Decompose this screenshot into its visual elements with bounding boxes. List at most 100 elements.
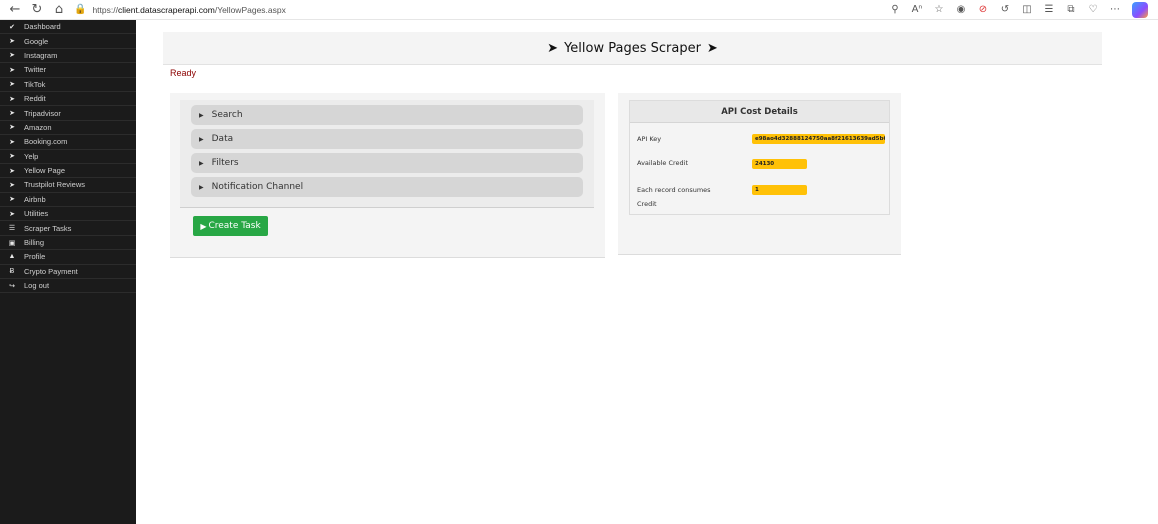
paper-plane-icon: ➤	[9, 38, 15, 46]
accordion-notification-channel[interactable]: ▶ Notification Channel	[191, 177, 583, 197]
browser-essentials-icon[interactable]: ♡	[1082, 0, 1104, 20]
toolbar-actions: ⚲ Aⁿ ☆ ◉ ⊘ ↺ ◫ ☰ ⧉ ♡ ⋯	[884, 0, 1152, 20]
read-aloud-icon[interactable]: Aⁿ	[906, 0, 928, 20]
consume-credit-badge: 1	[752, 185, 807, 195]
collections-icon[interactable]: ⧉	[1060, 0, 1082, 20]
address-bar[interactable]: 🔒 https://client.datascraperapi.com/Yell…	[74, 1, 884, 19]
sidebar-item-yelp[interactable]: ➤ Yelp	[0, 150, 136, 164]
sidebar-item-airbnb[interactable]: ➤ Airbnb	[0, 193, 136, 208]
paper-plane-icon: ➤	[9, 167, 15, 175]
sidebar-item-label: Scraper Tasks	[24, 223, 72, 233]
sidebar-item-dashboard[interactable]: ✔ Dashboard	[0, 20, 136, 35]
paper-plane-icon: ➤	[9, 52, 15, 60]
zoom-icon[interactable]: ⚲	[884, 0, 906, 20]
paper-plane-icon: ➤	[9, 181, 15, 189]
sidebar-item-tiktok[interactable]: ➤ TikTok	[0, 78, 136, 92]
accordion-search[interactable]: ▶ Search	[191, 105, 583, 125]
accordion-label: Notification Channel	[211, 182, 304, 192]
consume-credit-label: Each record consumes Credit	[637, 186, 711, 208]
sidebar-item-label: Instagram	[24, 50, 58, 60]
back-icon[interactable]: ←	[4, 0, 26, 20]
paper-plane-icon: ➤	[9, 153, 15, 161]
accordion: ▶ Search ▶ Data ▶ Filters ▶ Notification…	[180, 100, 594, 208]
sidebar-item-yellow-page[interactable]: ➤ Yellow Page	[0, 164, 136, 179]
sidebar-item-label: Utilities	[24, 209, 49, 219]
page-header: ➤ Yellow Pages Scraper ➤	[163, 32, 1102, 65]
copilot-icon[interactable]	[1132, 1, 1148, 18]
list-icon: ☰	[8, 225, 16, 233]
task-panel: ▶ Search ▶ Data ▶ Filters ▶ Notification…	[170, 93, 605, 258]
sidebar-item-label: Dashboard	[24, 22, 61, 32]
sidebar-item-amazon[interactable]: ➤ Amazon	[0, 121, 136, 136]
sidebar-item-label: Booking.com	[24, 137, 68, 147]
sidebar-item-billing[interactable]: ▣ Billing	[0, 236, 136, 251]
favorites-list-icon[interactable]: ☰	[1038, 0, 1060, 20]
more-icon[interactable]: ⋯	[1104, 0, 1126, 20]
extension-icon[interactable]: ◉	[950, 0, 972, 20]
split-screen-icon[interactable]: ◫	[1016, 0, 1038, 20]
sidebar: ✔ Dashboard ➤ Google ➤ Instagram ➤ Twitter ➤ TikT…	[0, 20, 136, 524]
caret-right-icon: ▶	[199, 159, 204, 167]
paper-plane-icon: ➤	[706, 40, 718, 56]
sidebar-item-scraper-tasks[interactable]: ☰ Scraper Tasks	[0, 221, 136, 236]
refresh-icon[interactable]: ↻	[26, 0, 48, 20]
paper-plane-icon: ➤	[9, 81, 15, 89]
sidebar-item-booking-com[interactable]: ➤ Booking.com	[0, 135, 136, 150]
url-prefix: https://	[92, 4, 118, 15]
url-host: client.datascraperapi.com	[117, 4, 215, 15]
accordion-label: Search	[211, 110, 243, 120]
api-cost-header: API Cost Details	[630, 101, 889, 123]
page-title: Yellow Pages Scraper	[564, 40, 701, 56]
sidebar-item-google[interactable]: ➤ Google	[0, 34, 136, 49]
accordion-label: Data	[211, 134, 234, 144]
sidebar-item-label: Trustpilot Reviews	[24, 180, 85, 190]
accordion-data[interactable]: ▶ Data	[191, 129, 583, 149]
sidebar-item-label: Twitter	[24, 65, 47, 75]
block-icon[interactable]: ⊘	[972, 0, 994, 20]
paper-plane-icon: ➤	[9, 138, 15, 146]
caret-right-icon: ▶	[199, 183, 204, 191]
sidebar-item-instagram[interactable]: ➤ Instagram	[0, 49, 136, 64]
paper-plane-icon: ➤	[9, 110, 15, 118]
sidebar-item-label: Billing	[24, 238, 45, 248]
sync-icon[interactable]: ↺	[994, 0, 1016, 20]
create-task-label: Create Task	[208, 221, 261, 231]
sidebar-item-label: Profile	[24, 252, 46, 262]
paper-plane-icon: ➤	[9, 196, 15, 204]
url-path: /YellowPages.aspx	[214, 4, 286, 15]
sidebar-item-crypto-payment[interactable]: Ƀ Crypto Payment	[0, 265, 136, 280]
api-key-label: API Key	[637, 135, 662, 143]
home-icon[interactable]: ⌂	[48, 0, 70, 20]
sidebar-item-twitter[interactable]: ➤ Twitter	[0, 63, 136, 78]
paper-plane-icon: ➤	[9, 124, 15, 132]
sidebar-item-trustpilot-reviews[interactable]: ➤ Trustpilot Reviews	[0, 178, 136, 193]
paper-plane-icon: ➤	[9, 66, 15, 74]
sidebar-item-label: Reddit	[24, 94, 46, 104]
sidebar-item-profile[interactable]: ▲ Profile	[0, 250, 136, 265]
browser-toolbar: ← ↻ ⌂ 🔒 https://client.datascraperapi.co…	[0, 0, 1158, 20]
url-text[interactable]: https://client.datascraperapi.com/Yellow…	[92, 5, 285, 15]
favorite-icon[interactable]: ☆	[928, 0, 950, 20]
paper-plane-icon: ➤	[9, 95, 15, 103]
check-icon: ✔	[9, 23, 15, 31]
main-content: ➤ Yellow Pages Scraper ➤ Ready ▶ Search …	[136, 20, 1158, 524]
bitcoin-icon: Ƀ	[9, 267, 15, 275]
sidebar-item-reddit[interactable]: ➤ Reddit	[0, 92, 136, 107]
accordion-label: Filters	[211, 158, 239, 168]
accordion-filters[interactable]: ▶ Filters	[191, 153, 583, 173]
api-panel: API Cost Details API Key e98ao4d32888124…	[618, 93, 901, 255]
sidebar-item-utilities[interactable]: ➤ Utilities	[0, 207, 136, 222]
sidebar-item-log-out[interactable]: ↪ Log out	[0, 279, 136, 294]
sidebar-item-label: Amazon	[24, 122, 52, 132]
caret-right-icon: ▶	[199, 135, 204, 143]
status-text: Ready	[170, 68, 197, 78]
lock-icon: 🔒	[74, 4, 87, 15]
money-icon: ▣	[8, 239, 16, 247]
paper-plane-icon: ➤	[547, 40, 559, 56]
paper-plane-icon: ➤	[9, 210, 15, 218]
available-credit-label: Available Credit	[637, 159, 689, 167]
sidebar-item-tripadvisor[interactable]: ➤ Tripadvisor	[0, 106, 136, 121]
create-task-button[interactable]: ▶ Create Task	[193, 216, 268, 236]
play-icon: ▶	[200, 221, 207, 231]
sidebar-item-label: Log out	[24, 281, 50, 291]
